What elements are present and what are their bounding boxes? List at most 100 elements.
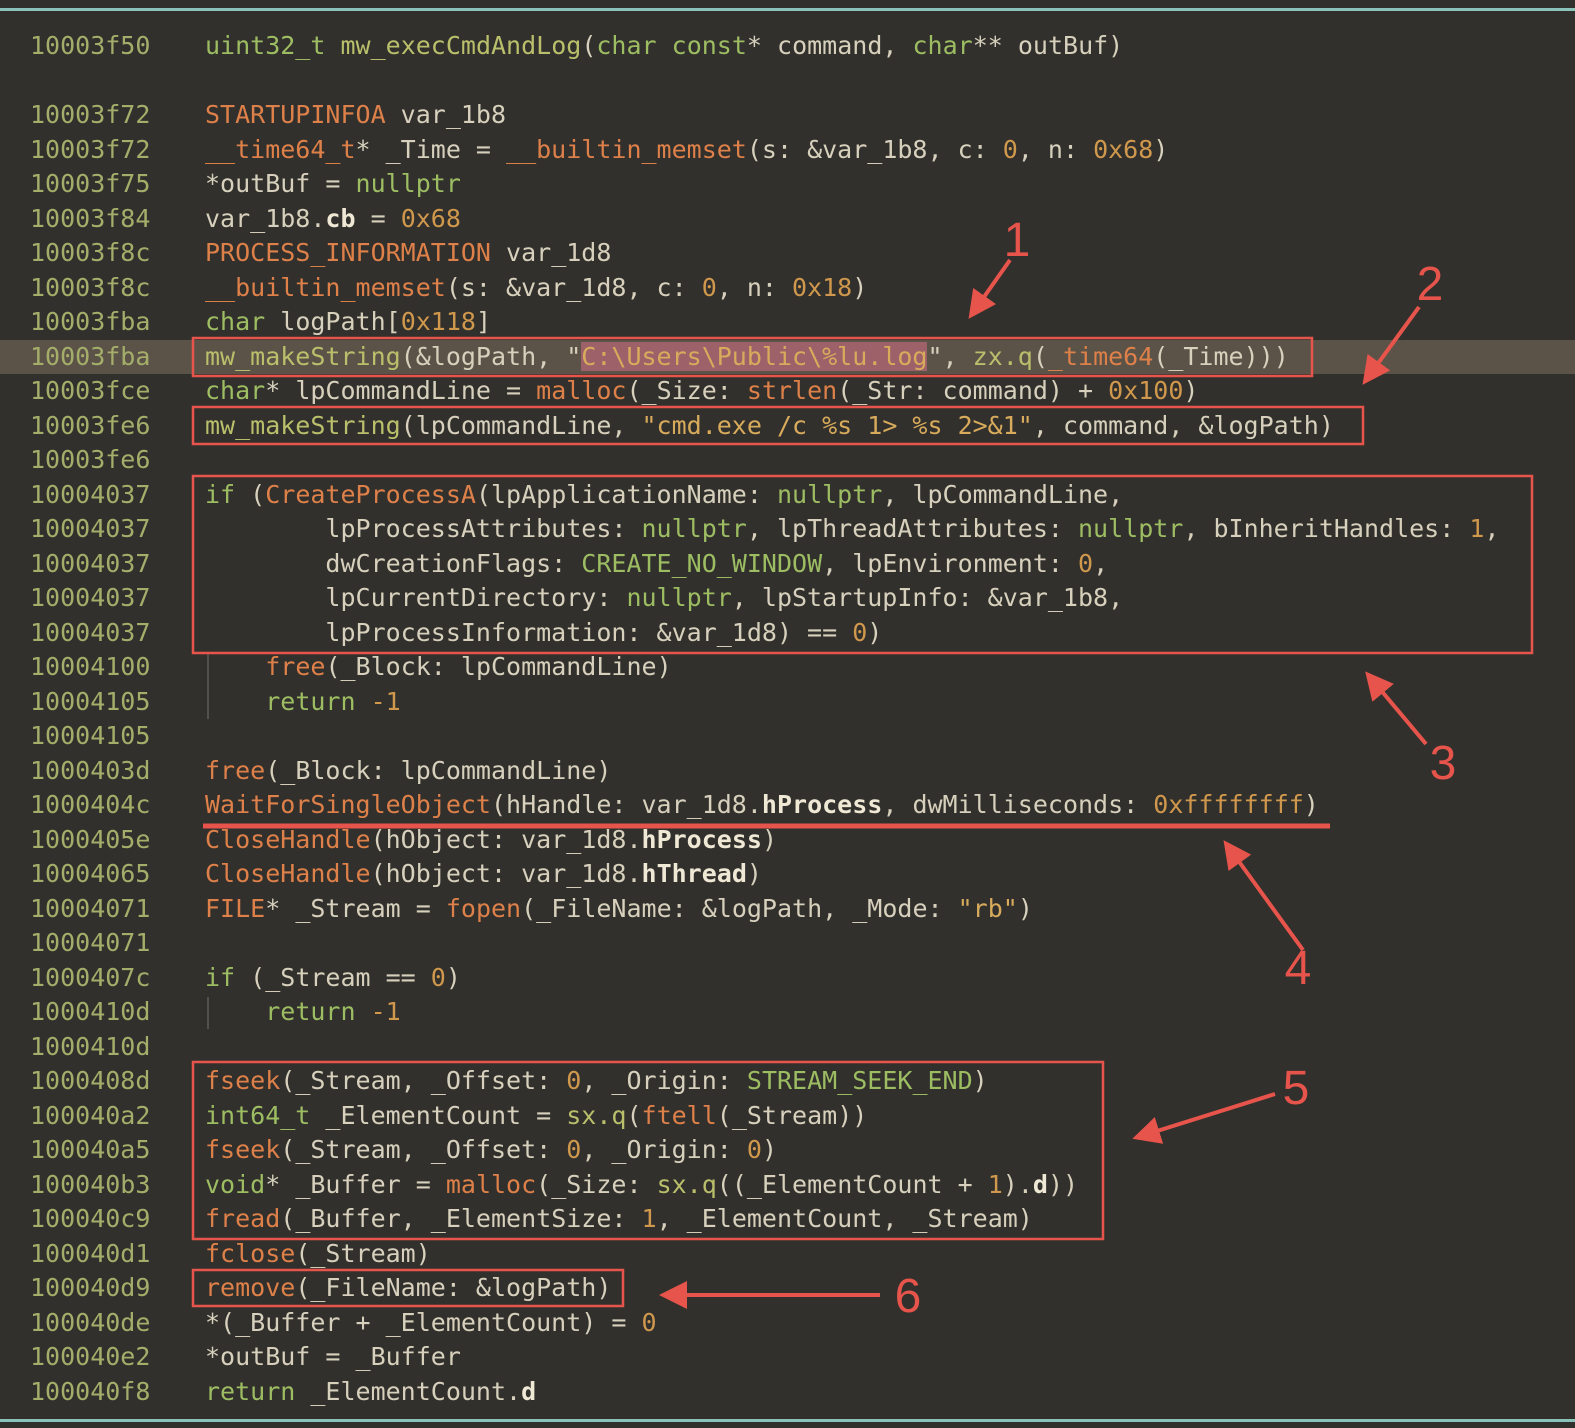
code-text: free(_Block: lpCommandLine) (205, 754, 611, 789)
code-line[interactable]: 10004105 (0, 719, 1575, 754)
address-gutter[interactable]: 10004065 (0, 857, 205, 892)
token: __builtin_memset (506, 135, 747, 164)
address-gutter[interactable]: 10003f75 (0, 167, 205, 202)
address-gutter[interactable]: 1000410d (0, 1030, 205, 1065)
address-gutter[interactable]: 1000403d (0, 754, 205, 789)
address-gutter[interactable]: 1000410d (0, 995, 205, 1030)
code-line[interactable]: 100040d1fclose(_Stream) (0, 1237, 1575, 1272)
address-gutter[interactable]: 10003fe6 (0, 443, 205, 478)
code-pane[interactable]: 10003f50uint32_t mw_execCmdAndLog(char c… (0, 29, 1575, 1409)
address-gutter[interactable]: 10004100 (0, 650, 205, 685)
code-line[interactable]: 100040a5fseek(_Stream, _Offset: 0, _Orig… (0, 1133, 1575, 1168)
code-line[interactable]: 10003f72STARTUPINFOA var_1b8 (0, 98, 1575, 133)
code-line[interactable]: 10003fe6 (0, 443, 1575, 478)
code-line[interactable]: 1000408dfseek(_Stream, _Offset: 0, _Orig… (0, 1064, 1575, 1099)
code-line[interactable]: 100040e2*outBuf = _Buffer (0, 1340, 1575, 1375)
address-gutter[interactable]: 10004037 (0, 616, 205, 651)
address-gutter[interactable]: 10004037 (0, 581, 205, 616)
code-line[interactable]: 1000410d (0, 1030, 1575, 1065)
address-gutter[interactable]: 100040d9 (0, 1271, 205, 1306)
code-line[interactable]: 10003fe6mw_makeString(lpCommandLine, "cm… (0, 409, 1575, 444)
code-line[interactable]: 1000407cif (_Stream == 0) (0, 961, 1575, 996)
code-line[interactable]: 10003f8cPROCESS_INFORMATION var_1d8 (0, 236, 1575, 271)
code-line[interactable]: 10004065CloseHandle(hObject: var_1d8.hTh… (0, 857, 1575, 892)
code-line[interactable]: 100040a2int64_t _ElementCount = sx.q(fte… (0, 1099, 1575, 1134)
address-gutter[interactable]: 10003f8c (0, 236, 205, 271)
address-gutter[interactable]: 10004105 (0, 685, 205, 720)
token: , (1093, 549, 1108, 578)
token: char (596, 31, 656, 60)
code-line[interactable]: 10004037 lpProcessAttributes: nullptr, l… (0, 512, 1575, 547)
code-line[interactable] (0, 64, 1575, 99)
code-line[interactable]: 10003fcechar* lpCommandLine = malloc(_Si… (0, 374, 1575, 409)
token: ** outBuf) (973, 31, 1124, 60)
code-line[interactable]: 10004037 lpProcessInformation: &var_1d8)… (0, 616, 1575, 651)
code-line[interactable]: 10003f50uint32_t mw_execCmdAndLog(char c… (0, 29, 1575, 64)
indent-guide (207, 652, 209, 719)
code-line[interactable]: 1000410d return -1 (0, 995, 1575, 1030)
token (205, 997, 265, 1026)
address-gutter[interactable]: 10003f72 (0, 133, 205, 168)
code-line[interactable]: 10004100 free(_Block: lpCommandLine) (0, 650, 1575, 685)
address-gutter[interactable]: 10004071 (0, 926, 205, 961)
address-gutter[interactable]: 100040e2 (0, 1340, 205, 1375)
address-gutter[interactable]: 10004105 (0, 719, 205, 754)
code-line[interactable]: 10004037 lpCurrentDirectory: nullptr, lp… (0, 581, 1575, 616)
address-gutter[interactable]: 10004037 (0, 512, 205, 547)
code-line[interactable]: 10003f72__time64_t* _Time = __builtin_me… (0, 133, 1575, 168)
address-gutter[interactable]: 10003fba (0, 305, 205, 340)
token: * _Stream = (265, 894, 446, 923)
code-line[interactable]: 1000405eCloseHandle(hObject: var_1d8.hPr… (0, 823, 1575, 858)
code-text: return _ElementCount.d (205, 1375, 536, 1410)
address-gutter[interactable]: 10003fce (0, 374, 205, 409)
code-line[interactable]: 10003fbamw_makeString(&logPath, "C:\User… (0, 340, 1575, 375)
address-gutter[interactable]: 1000404c (0, 788, 205, 823)
token: , _Origin: (581, 1066, 747, 1095)
address-gutter[interactable]: 100040de (0, 1306, 205, 1341)
address-gutter[interactable]: 100040b3 (0, 1168, 205, 1203)
token: ( (581, 31, 596, 60)
address-gutter[interactable]: 10004071 (0, 892, 205, 927)
address-gutter[interactable]: 10003fba (0, 340, 205, 375)
address-gutter[interactable]: 10003f72 (0, 98, 205, 133)
code-line[interactable]: 10004071 (0, 926, 1575, 961)
code-text: return -1 (205, 995, 401, 1030)
address-gutter[interactable]: 100040c9 (0, 1202, 205, 1237)
code-line[interactable]: 100040de*(_Buffer + _ElementCount) = 0 (0, 1306, 1575, 1341)
code-line[interactable]: 10003f84var_1b8.cb = 0x68 (0, 202, 1575, 237)
code-line[interactable]: 1000403dfree(_Block: lpCommandLine) (0, 754, 1575, 789)
address-gutter[interactable] (0, 64, 205, 99)
address-gutter[interactable]: 100040f8 (0, 1375, 205, 1410)
code-line[interactable]: 100040d9remove(_FileName: &logPath) (0, 1271, 1575, 1306)
code-line[interactable]: 1000404cWaitForSingleObject(hHandle: var… (0, 788, 1575, 823)
address-gutter[interactable]: 1000408d (0, 1064, 205, 1099)
code-line[interactable]: 10004037 dwCreationFlags: CREATE_NO_WIND… (0, 547, 1575, 582)
address-gutter[interactable]: 1000407c (0, 961, 205, 996)
code-line[interactable]: 10003f75*outBuf = nullptr (0, 167, 1575, 202)
code-line[interactable]: 10004037if (CreateProcessA(lpApplication… (0, 478, 1575, 513)
token: return (205, 1377, 295, 1406)
code-line[interactable]: 10003f8c__builtin_memset(s: &var_1d8, c:… (0, 271, 1575, 306)
address-gutter[interactable]: 100040a5 (0, 1133, 205, 1168)
code-line[interactable]: 100040b3void* _Buffer = malloc(_Size: sx… (0, 1168, 1575, 1203)
address-gutter[interactable]: 10004037 (0, 547, 205, 582)
code-text: *outBuf = nullptr (205, 167, 461, 202)
token: , n: (1018, 135, 1093, 164)
address-gutter[interactable]: 10003f84 (0, 202, 205, 237)
address-gutter[interactable]: 100040d1 (0, 1237, 205, 1272)
address-gutter[interactable]: 100040a2 (0, 1099, 205, 1134)
code-line[interactable]: 10004071FILE* _Stream = fopen(_FileName:… (0, 892, 1575, 927)
code-line[interactable]: 100040f8return _ElementCount.d (0, 1375, 1575, 1410)
code-text: char* lpCommandLine = malloc(_Size: strl… (205, 374, 1198, 409)
address-gutter[interactable]: 10004037 (0, 478, 205, 513)
address-gutter[interactable]: 10003f50 (0, 29, 205, 64)
code-line[interactable]: 10003fbachar logPath[0x118] (0, 305, 1575, 340)
address-gutter[interactable]: 10003f8c (0, 271, 205, 306)
address-gutter[interactable]: 1000405e (0, 823, 205, 858)
code-line[interactable]: 100040c9fread(_Buffer, _ElementSize: 1, … (0, 1202, 1575, 1237)
code-text: return -1 (205, 685, 401, 720)
token: 0 (566, 1135, 581, 1164)
code-line[interactable]: 10004105 return -1 (0, 685, 1575, 720)
address-gutter[interactable]: 10003fe6 (0, 409, 205, 444)
token: remove (205, 1273, 295, 1302)
